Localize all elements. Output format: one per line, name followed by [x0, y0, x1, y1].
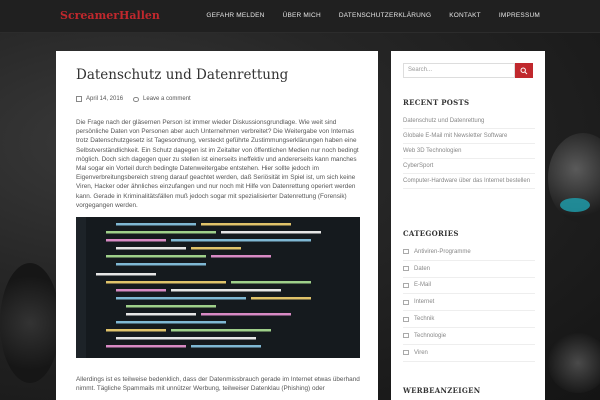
- folder-icon: [403, 249, 409, 255]
- post-meta: April 14, 2016 Leave a comment: [76, 96, 191, 102]
- leave-comment-link[interactable]: Leave a comment: [143, 96, 191, 102]
- category-item[interactable]: Technik: [403, 311, 535, 328]
- category-item[interactable]: Internet: [403, 294, 535, 312]
- post-body: Die Frage nach der gläsernen Person ist …: [76, 119, 359, 209]
- category-label[interactable]: Viren: [414, 350, 428, 356]
- nav-item-gefahr-melden[interactable]: GEFAHR MELDEN: [206, 12, 264, 19]
- category-label[interactable]: Technik: [414, 316, 434, 322]
- background-light: [560, 198, 590, 212]
- category-item[interactable]: Daten: [403, 261, 535, 278]
- post-body-continued: Allerdings ist es teilweise bedenklich, …: [76, 376, 360, 393]
- main-nav: GEFAHR MELDEN ÜBER MICH DATENSCHUTZERKLÄ…: [206, 12, 540, 19]
- folder-icon: [403, 266, 409, 272]
- background-figure: [548, 333, 600, 393]
- category-item[interactable]: Technologie: [403, 328, 535, 345]
- ads-title: WERBEANZEIGEN: [403, 386, 481, 395]
- nav-item-impressum[interactable]: IMPRESSUM: [499, 12, 540, 19]
- folder-icon: [403, 316, 409, 322]
- recent-post-link[interactable]: Web 3D Technologien: [403, 144, 535, 159]
- calendar-icon: [76, 96, 82, 102]
- post-date[interactable]: April 14, 2016: [86, 96, 123, 102]
- category-label[interactable]: Internet: [414, 299, 434, 305]
- search-icon: [520, 67, 528, 74]
- categories-list: Antiviren-Programme Daten E-Mail Interne…: [403, 244, 535, 362]
- recent-post-link[interactable]: Globale E-Mail mit Newsletter Software: [403, 129, 535, 144]
- category-label[interactable]: Technologie: [414, 333, 446, 339]
- nav-item-datenschutz[interactable]: DATENSCHUTZERKLÄRUNG: [339, 12, 431, 19]
- recent-post-link[interactable]: Datenschutz und Datenrettung: [403, 114, 535, 129]
- nav-item-kontakt[interactable]: KONTAKT: [449, 12, 481, 19]
- folder-icon: [403, 299, 409, 305]
- category-item[interactable]: Antiviren-Programme: [403, 244, 535, 261]
- folder-icon: [403, 350, 409, 356]
- sidebar: Search... RECENT POSTS Datenschutz und D…: [391, 51, 545, 400]
- search-button[interactable]: [515, 63, 533, 78]
- nav-item-ueber-mich[interactable]: ÜBER MICH: [283, 12, 321, 19]
- site-header: ScreamerHallen GEFAHR MELDEN ÜBER MICH D…: [0, 0, 600, 33]
- category-item[interactable]: Viren: [403, 345, 535, 362]
- post-title[interactable]: Datenschutz und Datenrettung: [76, 67, 288, 83]
- site-logo[interactable]: ScreamerHallen: [60, 9, 160, 22]
- post-card: Datenschutz und Datenrettung April 14, 2…: [56, 51, 378, 400]
- category-item[interactable]: E-Mail: [403, 278, 535, 295]
- category-label[interactable]: Daten: [414, 266, 430, 272]
- code-illustration: [76, 217, 321, 358]
- recent-posts-list: Datenschutz und Datenrettung Globale E-M…: [403, 114, 535, 189]
- code-gutter: [76, 217, 86, 358]
- recent-posts-title: RECENT POSTS: [403, 98, 470, 107]
- recent-post-link[interactable]: CyberSport: [403, 159, 535, 174]
- category-label[interactable]: Antiviren-Programme: [414, 249, 471, 255]
- search-input[interactable]: Search...: [403, 63, 515, 78]
- comment-icon: [133, 96, 140, 102]
- background-figure: [0, 263, 60, 383]
- recent-post-link[interactable]: Computer-Hardware über das Internet best…: [403, 174, 535, 189]
- folder-icon: [403, 333, 409, 339]
- post-image-code: [76, 217, 360, 358]
- code-lines: [96, 223, 321, 348]
- category-label[interactable]: E-Mail: [414, 282, 431, 288]
- folder-icon: [403, 282, 409, 288]
- categories-title: CATEGORIES: [403, 229, 459, 238]
